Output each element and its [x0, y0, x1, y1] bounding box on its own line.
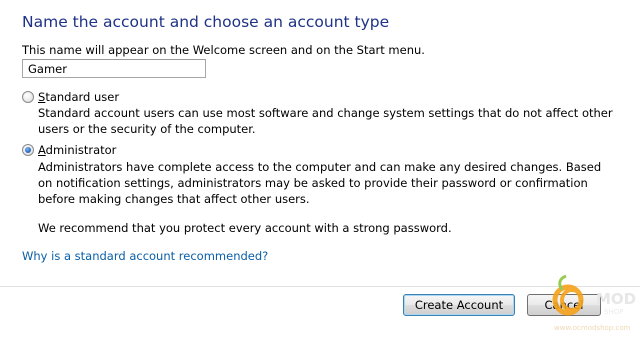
cancel-button[interactable]: Cancel	[527, 294, 601, 316]
password-recommendation: We recommend that you protect every acco…	[38, 221, 452, 235]
standard-user-radio[interactable]	[22, 91, 34, 103]
administrator-option[interactable]: Administrator	[22, 143, 116, 157]
administrator-label[interactable]: Administrator	[38, 143, 116, 157]
create-account-button[interactable]: Create Account	[403, 294, 515, 316]
administrator-mnemonic: A	[38, 143, 46, 157]
standard-user-label[interactable]: Standard user	[38, 90, 119, 104]
administrator-label-text: dministrator	[45, 143, 117, 157]
main-panel: Name the account and choose an account t…	[0, 0, 640, 286]
standard-account-help-link[interactable]: Why is a standard account recommended?	[22, 249, 268, 263]
administrator-radio[interactable]	[22, 144, 34, 156]
account-name-input[interactable]	[22, 59, 206, 78]
page-title: Name the account and choose an account t…	[22, 13, 390, 31]
standard-user-description: Standard account users can use most soft…	[38, 106, 613, 136]
standard-user-option[interactable]: Standard user	[22, 90, 119, 104]
administrator-description: Administrators have complete access to t…	[38, 160, 602, 206]
standard-user-label-text: tandard user	[45, 90, 120, 104]
name-description: This name will appear on the Welcome scr…	[22, 43, 425, 57]
